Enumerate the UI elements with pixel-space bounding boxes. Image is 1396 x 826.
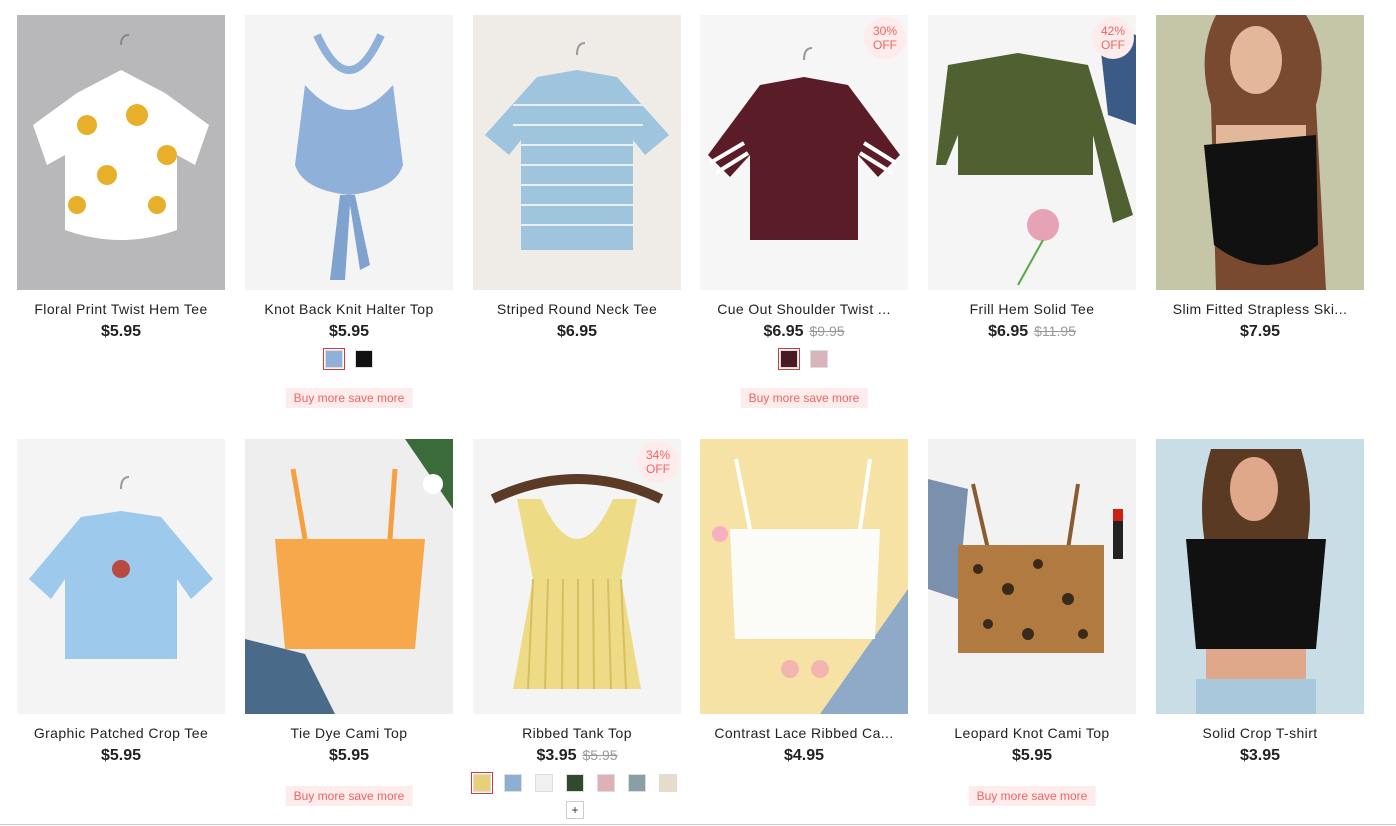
product-title[interactable]: Floral Print Twist Hem Tee <box>17 301 225 317</box>
product-price: $6.95 <box>763 323 804 340</box>
product-price: $6.95 <box>988 323 1029 340</box>
product-price: $7.95 <box>1239 323 1281 340</box>
discount-badge: 30% OFF <box>864 17 906 59</box>
color-swatch[interactable] <box>810 350 828 368</box>
product-image[interactable] <box>700 439 908 714</box>
product-title[interactable]: Knot Back Knit Halter Top <box>245 301 453 317</box>
discount-percent: 42% <box>1100 24 1126 38</box>
product-image[interactable]: 42% OFF <box>928 15 1136 290</box>
price-row: $4.95 <box>700 747 908 765</box>
color-swatches <box>700 348 908 370</box>
discount-off-label: OFF <box>646 462 670 476</box>
color-swatch[interactable] <box>323 348 345 370</box>
product-image[interactable] <box>1156 15 1364 290</box>
product-image[interactable] <box>473 15 681 290</box>
color-swatch[interactable] <box>597 774 615 792</box>
price-row: $3.95 $5.95 <box>473 747 681 765</box>
color-swatch[interactable] <box>628 774 646 792</box>
price-row: $5.95 <box>245 323 453 341</box>
price-row: $6.95 $11.95 <box>928 323 1136 341</box>
discount-percent: 34% <box>645 448 671 462</box>
product-image[interactable] <box>17 439 225 714</box>
original-price: $11.95 <box>1034 323 1076 339</box>
product-price: $5.95 <box>1011 747 1053 764</box>
price-row: $5.95 <box>245 747 453 765</box>
color-swatch[interactable] <box>659 774 677 792</box>
product-price: $5.95 <box>328 747 370 764</box>
product-image[interactable] <box>928 439 1136 714</box>
color-swatch[interactable] <box>535 774 553 792</box>
buy-more-save-more-tag[interactable]: Buy more save more <box>285 388 413 408</box>
color-swatch[interactable] <box>471 772 493 794</box>
product-image[interactable] <box>245 15 453 290</box>
discount-badge: 42% OFF <box>1092 17 1134 59</box>
product-price: $6.95 <box>556 323 598 340</box>
discount-off-label: OFF <box>1101 38 1125 52</box>
product-title[interactable]: Tie Dye Cami Top <box>245 725 453 741</box>
discount-percent: 30% <box>872 24 898 38</box>
discount-off-label: OFF <box>873 38 897 52</box>
color-swatch[interactable] <box>778 348 800 370</box>
product-title[interactable]: Solid Crop T-shirt <box>1156 725 1364 741</box>
price-row: $6.95 <box>473 323 681 341</box>
price-row: $6.95 $9.95 <box>700 323 908 341</box>
product-image[interactable] <box>245 439 453 714</box>
price-row: $5.95 <box>928 747 1136 765</box>
color-swatches <box>245 348 453 370</box>
product-image[interactable]: 30% OFF <box>700 15 908 290</box>
product-title[interactable]: Striped Round Neck Tee <box>473 301 681 317</box>
color-swatch[interactable] <box>355 350 373 368</box>
product-price: $5.95 <box>100 323 142 340</box>
product-image[interactable] <box>1156 439 1364 714</box>
product-grid: Floral Print Twist Hem Tee $5.95 Knot Ba… <box>0 0 1396 826</box>
discount-badge: 34% OFF <box>637 441 679 483</box>
buy-more-save-more-tag[interactable]: Buy more save more <box>968 786 1096 806</box>
color-swatch[interactable] <box>566 774 584 792</box>
product-title[interactable]: Contrast Lace Ribbed Ca... <box>700 725 908 741</box>
price-row: $7.95 <box>1156 323 1364 341</box>
product-title[interactable]: Slim Fitted Strapless Ski... <box>1156 301 1364 317</box>
product-title[interactable]: Ribbed Tank Top <box>473 725 681 741</box>
product-image[interactable] <box>17 15 225 290</box>
product-image[interactable]: 34% OFF <box>473 439 681 714</box>
more-colors-button[interactable]: + <box>566 801 584 819</box>
buy-more-save-more-tag[interactable]: Buy more save more <box>285 786 413 806</box>
price-row: $5.95 <box>17 323 225 341</box>
color-swatch[interactable] <box>504 774 522 792</box>
product-price: $4.95 <box>783 747 825 764</box>
buy-more-save-more-tag[interactable]: Buy more save more <box>740 388 868 408</box>
price-row: $5.95 <box>17 747 225 765</box>
original-price: $9.95 <box>809 323 845 339</box>
color-swatches <box>471 772 681 794</box>
product-title[interactable]: Graphic Patched Crop Tee <box>17 725 225 741</box>
original-price: $5.95 <box>582 747 618 763</box>
product-price: $5.95 <box>328 323 370 340</box>
divider <box>0 824 1396 825</box>
price-row: $3.95 <box>1156 747 1364 765</box>
product-price: $5.95 <box>100 747 142 764</box>
product-price: $3.95 <box>1239 747 1281 764</box>
product-price: $3.95 <box>536 747 577 764</box>
product-title[interactable]: Leopard Knot Cami Top <box>928 725 1136 741</box>
product-title[interactable]: Frill Hem Solid Tee <box>928 301 1136 317</box>
product-title[interactable]: Cue Out Shoulder Twist ... <box>700 301 908 317</box>
